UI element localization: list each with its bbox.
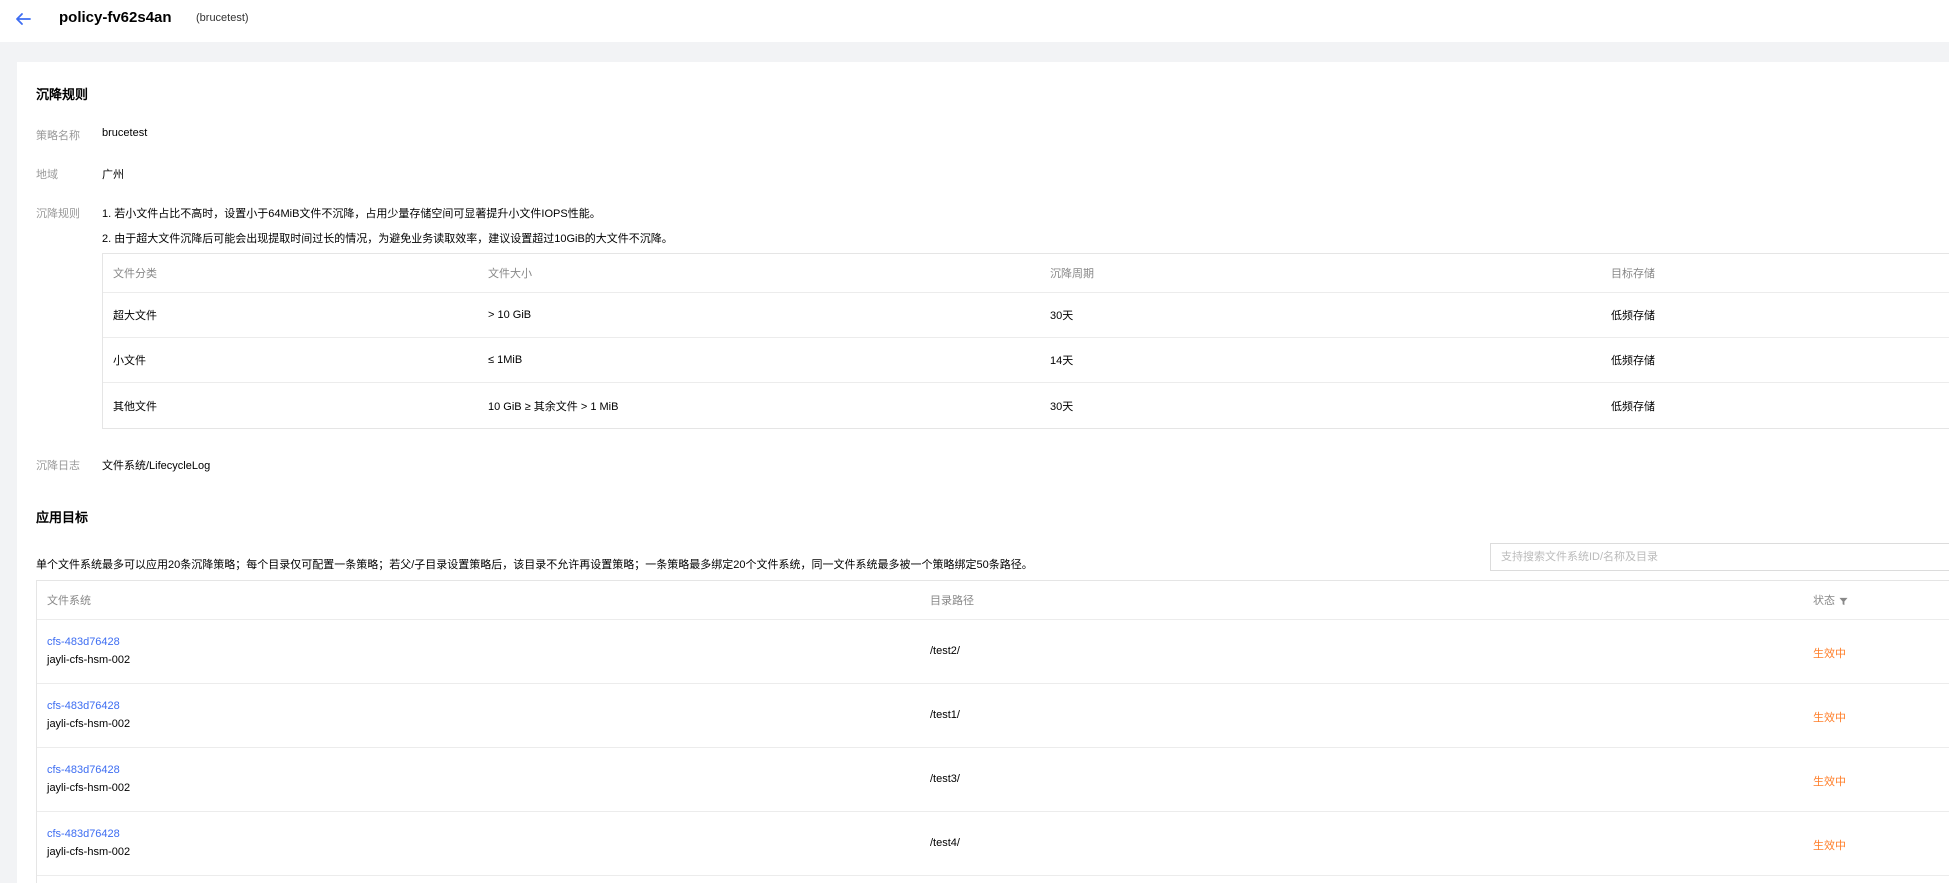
targets-table-header: 文件系统 目录路径 状态 xyxy=(37,581,1949,620)
table-row: 超大文件 > 10 GiB 30天 低频存储 xyxy=(103,293,1949,338)
region-value: 广州 xyxy=(102,169,124,181)
cell-size: ≤ 1MiB xyxy=(488,354,523,366)
policy-detail-card: 沉降规则 策略名称 brucetest 地域 广州 沉降规则 1. 若小文件占比… xyxy=(17,62,1949,883)
file-system-name: jayli-cfs-hsm-002 xyxy=(47,846,131,858)
file-system-name: jayli-cfs-hsm-002 xyxy=(47,654,131,666)
col-period: 沉降周期 xyxy=(1050,268,1094,280)
col-file-system: 文件系统 xyxy=(47,595,91,607)
file-system-name: jayli-cfs-hsm-002 xyxy=(47,782,131,794)
directory-path: /test3/ xyxy=(930,773,960,785)
log-value: 文件系统/LifecycleLog xyxy=(102,460,211,472)
targets-note: 单个文件系统最多可以应用20条沉降策略；每个目录仅可配置一条策略；若父/子目录设… xyxy=(36,559,1033,571)
cell-category: 小文件 xyxy=(113,355,146,367)
table-row: cfs-483d76428 jayli-cfs-hsm-002 /test2/ … xyxy=(37,620,1949,684)
col-target-storage: 目标存储 xyxy=(1611,268,1655,280)
cell-category: 超大文件 xyxy=(113,310,157,322)
cell-size: 10 GiB ≥ 其余文件 > 1 MiB xyxy=(488,400,619,413)
directory-path: /test1/ xyxy=(930,709,960,721)
directory-path: /test4/ xyxy=(930,837,960,849)
status-badge: 生效中 xyxy=(1813,840,1846,852)
file-system-id-link[interactable]: cfs-483d76428 xyxy=(47,636,120,648)
policy-name-label: 策略名称 xyxy=(36,130,80,142)
cell-size: > 10 GiB xyxy=(488,309,532,321)
table-row: cfs-483d76428 jayli-cfs-hsm-002 /test3/ … xyxy=(37,748,1949,812)
rules-section-title: 沉降规则 xyxy=(36,87,89,102)
cell-storage: 低频存储 xyxy=(1611,310,1655,322)
status-badge: 生效中 xyxy=(1813,648,1846,660)
table-row: 其他文件 10 GiB ≥ 其余文件 > 1 MiB 30天 低频存储 xyxy=(103,383,1949,428)
file-system-id-link[interactable]: cfs-483d76428 xyxy=(47,764,120,776)
log-label: 沉降日志 xyxy=(36,460,80,472)
col-status-label: 状态 xyxy=(1813,595,1835,607)
col-directory-path: 目录路径 xyxy=(930,595,974,607)
table-row: 小文件 ≤ 1MiB 14天 低频存储 xyxy=(103,338,1949,383)
search-box xyxy=(1490,543,1949,571)
arrow-left-icon[interactable] xyxy=(14,10,32,28)
rules-table: 文件分类 文件大小 沉降周期 目标存储 超大文件 > 10 GiB 30天 低频… xyxy=(102,253,1949,429)
page-header: policy-fv62s4an (brucetest) xyxy=(0,0,1949,42)
status-badge: 生效中 xyxy=(1813,776,1846,788)
col-file-size: 文件大小 xyxy=(488,268,532,280)
cell-period: 14天 xyxy=(1050,355,1074,367)
file-system-id-link[interactable]: cfs-483d76428 xyxy=(47,828,120,840)
table-row: cfs-483d76428 jayli-cfs-hsm-002 /test4/ … xyxy=(37,812,1949,876)
rule-note-1: 1. 若小文件占比不高时，设置小于64MiB文件不沉降，占用少量存储空间可显著提… xyxy=(102,208,601,220)
col-status: 状态 xyxy=(1813,592,1848,608)
cell-category: 其他文件 xyxy=(113,400,157,413)
rule-label: 沉降规则 xyxy=(36,208,80,220)
table-row: cfs-483d76428 jayli-cfs-hsm-002 /test1/ … xyxy=(37,684,1949,748)
file-system-name: jayli-cfs-hsm-002 xyxy=(47,718,131,730)
page-title: policy-fv62s4an xyxy=(59,9,172,26)
rules-table-header: 文件分类 文件大小 沉降周期 目标存储 xyxy=(103,254,1949,293)
filter-icon[interactable] xyxy=(1839,597,1848,606)
file-system-id-link[interactable]: cfs-483d76428 xyxy=(47,700,120,712)
policy-name-value: brucetest xyxy=(102,127,148,139)
cell-storage: 低频存储 xyxy=(1611,355,1655,367)
cell-period: 30天 xyxy=(1050,310,1074,322)
search-input[interactable] xyxy=(1491,544,1949,570)
status-badge: 生效中 xyxy=(1813,712,1846,724)
page-subtitle: (brucetest) xyxy=(196,12,249,24)
directory-path: /test2/ xyxy=(930,645,960,657)
rule-note-2: 2. 由于超大文件沉降后可能会出现提取时间过长的情况，为避免业务读取效率，建议设… xyxy=(102,233,673,245)
region-label: 地域 xyxy=(36,169,58,181)
cell-storage: 低频存储 xyxy=(1611,400,1655,413)
targets-table: 文件系统 目录路径 状态 cfs-483d76428 jayli-cfs-hsm… xyxy=(36,580,1949,883)
targets-section-title: 应用目标 xyxy=(36,510,89,525)
col-file-category: 文件分类 xyxy=(113,268,157,280)
cell-period: 30天 xyxy=(1050,400,1074,413)
